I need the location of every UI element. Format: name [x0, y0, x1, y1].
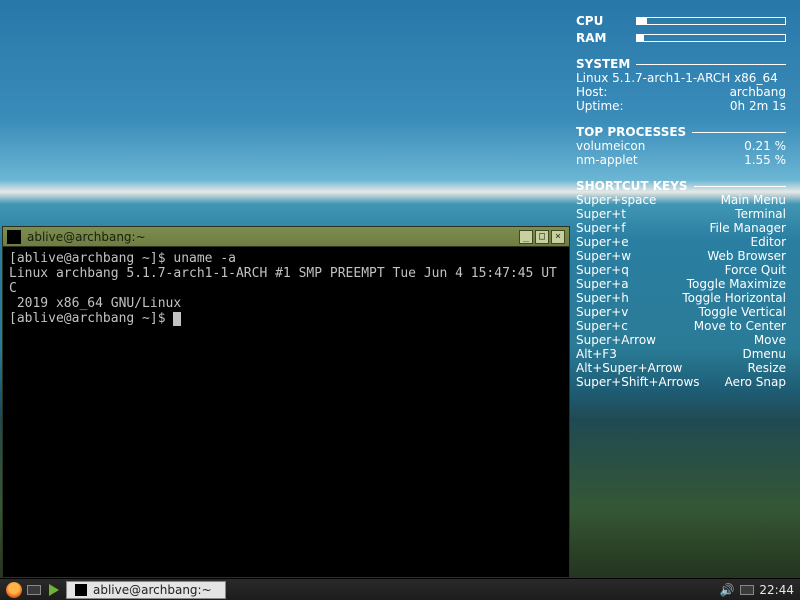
host-label: Host: — [576, 85, 607, 99]
shortcut-row: Super+vToggle Vertical — [576, 305, 786, 319]
clock[interactable]: 22:44 — [759, 583, 794, 597]
terminal-icon — [7, 230, 21, 244]
terminal-titlebar[interactable]: ablive@archbang:~ _ □ × — [3, 227, 569, 247]
process-row: nm-applet1.55 % — [576, 153, 786, 167]
shortcut-row: Super+eEditor — [576, 235, 786, 249]
shortcut-row: Super+aToggle Maximize — [576, 277, 786, 291]
uptime-label: Uptime: — [576, 99, 624, 113]
taskbar-window-button[interactable]: ablive@archbang:~ — [66, 581, 226, 599]
cpu-label: CPU — [576, 14, 603, 28]
launcher-icon[interactable] — [46, 582, 62, 598]
terminal-window[interactable]: ablive@archbang:~ _ □ × [ablive@archbang… — [2, 226, 570, 578]
taskbar[interactable]: ablive@archbang:~ 22:44 — [0, 578, 800, 600]
top-processes-header: TOP PROCESSES — [576, 125, 786, 139]
terminal-icon — [75, 584, 87, 596]
shortcut-row: Super+qForce Quit — [576, 263, 786, 277]
system-header: SYSTEM — [576, 57, 786, 71]
shortcuts-header: SHORTCUT KEYS — [576, 179, 786, 193]
close-button[interactable]: × — [551, 230, 565, 244]
host-value: archbang — [730, 85, 786, 99]
volume-icon[interactable] — [719, 582, 735, 598]
ram-bar — [636, 34, 786, 42]
shortcut-row: Super+cMove to Center — [576, 319, 786, 333]
shortcut-row: Super+ArrowMove — [576, 333, 786, 347]
uptime-value: 0h 2m 1s — [730, 99, 786, 113]
cursor — [173, 312, 181, 326]
shortcut-row: Super+tTerminal — [576, 207, 786, 221]
shortcut-row: Super+spaceMain Menu — [576, 193, 786, 207]
display-icon[interactable] — [739, 582, 755, 598]
system-kernel: Linux 5.1.7-arch1-1-ARCH x86_64 — [576, 71, 786, 85]
shortcut-row: Alt+Super+ArrowResize — [576, 361, 786, 375]
maximize-button[interactable]: □ — [535, 230, 549, 244]
process-row: volumeicon0.21 % — [576, 139, 786, 153]
conky-panel: CPU RAM SYSTEM Linux 5.1.7-arch1-1-ARCH … — [576, 14, 786, 389]
shortcut-row: Super+fFile Manager — [576, 221, 786, 235]
shortcut-row: Super+hToggle Horizontal — [576, 291, 786, 305]
ram-label: RAM — [576, 31, 606, 45]
minimize-button[interactable]: _ — [519, 230, 533, 244]
monitor-icon[interactable] — [26, 582, 42, 598]
shortcut-row: Super+Shift+ArrowsAero Snap — [576, 375, 786, 389]
firefox-icon[interactable] — [6, 582, 22, 598]
shortcut-row: Alt+F3Dmenu — [576, 347, 786, 361]
terminal-body[interactable]: [ablive@archbang ~]$ uname -a Linux arch… — [3, 247, 569, 577]
terminal-title: ablive@archbang:~ — [27, 230, 513, 244]
shortcut-row: Super+wWeb Browser — [576, 249, 786, 263]
task-label: ablive@archbang:~ — [93, 583, 212, 597]
cpu-bar — [636, 17, 786, 25]
